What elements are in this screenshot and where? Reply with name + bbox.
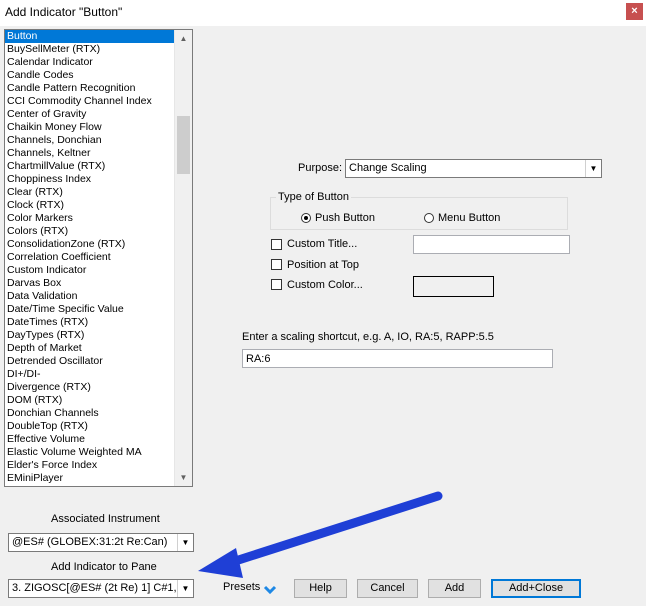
purpose-select[interactable]: Change Scaling ▼ (345, 159, 602, 178)
list-item[interactable]: Center of Gravity (5, 108, 175, 121)
instrument-value: @ES# (GLOBEX:31:2t Re:Can) (12, 536, 168, 548)
custom-title-label[interactable]: Custom Title... (287, 238, 357, 250)
list-item[interactable]: ChartmillValue (RTX) (5, 160, 175, 173)
list-item[interactable]: Calendar Indicator (5, 56, 175, 69)
scaling-value: RA:6 (246, 353, 271, 365)
list-item[interactable]: Detrended Oscillator (5, 355, 175, 368)
indicator-list: Button BuySellMeter (RTX) Calendar Indicat… (5, 30, 175, 485)
list-item[interactable]: Custom Indicator (5, 264, 175, 277)
pane-value: 3. ZIGOSC[@ES# (2t Re) 1] C#1,0 (12, 582, 176, 594)
custom-title-checkbox[interactable] (271, 239, 282, 250)
list-item[interactable]: Effective Volume (5, 433, 175, 446)
chevron-down-icon[interactable]: ▼ (177, 580, 193, 597)
position-top-label[interactable]: Position at Top (287, 259, 359, 271)
scroll-thumb[interactable] (177, 116, 190, 174)
list-item[interactable]: DayTypes (RTX) (5, 329, 175, 342)
list-item[interactable]: BuySellMeter (RTX) (5, 43, 175, 56)
menu-button-radio[interactable] (424, 213, 434, 223)
list-item[interactable]: Color Markers (5, 212, 175, 225)
close-icon: × (631, 5, 638, 17)
purpose-value: Change Scaling (349, 162, 427, 174)
presets-chevron-icon[interactable] (263, 585, 277, 595)
chevron-down-icon[interactable]: ▼ (177, 534, 193, 551)
title-bar: Add Indicator "Button" × (0, 0, 646, 26)
list-scrollbar[interactable]: ▲ ▼ (174, 30, 192, 486)
scaling-input[interactable]: RA:6 (242, 349, 553, 368)
menu-button-label[interactable]: Menu Button (438, 212, 500, 224)
list-item[interactable]: DoubleTop (RTX) (5, 420, 175, 433)
scaling-prompt: Enter a scaling shortcut, e.g. A, IO, RA… (242, 331, 494, 343)
list-item[interactable]: Darvas Box (5, 277, 175, 290)
close-button[interactable]: × (626, 3, 643, 20)
cancel-button[interactable]: Cancel (357, 579, 418, 598)
list-item[interactable]: Depth of Market (5, 342, 175, 355)
list-item[interactable]: EMiniPlayer (5, 472, 175, 485)
scroll-up-icon[interactable]: ▲ (175, 30, 192, 47)
list-item[interactable]: DI+/DI- (5, 368, 175, 381)
list-item[interactable]: Candle Pattern Recognition (5, 82, 175, 95)
help-button[interactable]: Help (294, 579, 347, 598)
indicator-listbox[interactable]: Button BuySellMeter (RTX) Calendar Indicat… (4, 29, 193, 487)
list-item[interactable]: CCI Commodity Channel Index (5, 95, 175, 108)
chevron-down-icon[interactable]: ▼ (585, 160, 601, 177)
list-item[interactable]: Elastic Volume Weighted MA (5, 446, 175, 459)
push-button-radio[interactable] (301, 213, 311, 223)
list-item[interactable]: Choppiness Index (5, 173, 175, 186)
list-item[interactable]: Button (5, 30, 175, 43)
purpose-label: Purpose: (298, 162, 343, 174)
list-item[interactable]: Colors (RTX) (5, 225, 175, 238)
list-item[interactable]: Donchian Channels (5, 407, 175, 420)
list-item[interactable]: Data Validation (5, 290, 175, 303)
list-item[interactable]: Clear (RTX) (5, 186, 175, 199)
list-item[interactable]: DateTimes (RTX) (5, 316, 175, 329)
custom-color-swatch[interactable] (413, 276, 494, 297)
radio-selected-dot (304, 216, 308, 220)
button-type-title: Type of Button (276, 191, 351, 203)
list-item[interactable]: Correlation Coefficient (5, 251, 175, 264)
custom-title-input[interactable] (413, 235, 570, 254)
pane-select[interactable]: 3. ZIGOSC[@ES# (2t Re) 1] C#1,0 ▼ (8, 579, 194, 598)
list-item[interactable]: Chaikin Money Flow (5, 121, 175, 134)
list-item[interactable]: Channels, Donchian (5, 134, 175, 147)
list-item[interactable]: ConsolidationZone (RTX) (5, 238, 175, 251)
position-top-checkbox[interactable] (271, 259, 282, 270)
window-title: Add Indicator "Button" (5, 5, 123, 19)
list-item[interactable]: Elder's Force Index (5, 459, 175, 472)
list-item[interactable]: DOM (RTX) (5, 394, 175, 407)
push-button-label[interactable]: Push Button (315, 212, 375, 224)
list-item[interactable]: Clock (RTX) (5, 199, 175, 212)
add-close-button[interactable]: Add+Close (491, 579, 581, 598)
list-item[interactable]: Divergence (RTX) (5, 381, 175, 394)
add-button[interactable]: Add (428, 579, 481, 598)
scroll-down-icon[interactable]: ▼ (175, 469, 192, 486)
instrument-label: Associated Instrument (51, 513, 160, 525)
presets-label[interactable]: Presets (223, 581, 260, 593)
list-item[interactable]: Channels, Keltner (5, 147, 175, 160)
list-item[interactable]: Candle Codes (5, 69, 175, 82)
pane-label: Add Indicator to Pane (51, 561, 157, 573)
custom-color-label[interactable]: Custom Color... (287, 279, 363, 291)
list-item[interactable]: Date/Time Specific Value (5, 303, 175, 316)
instrument-select[interactable]: @ES# (GLOBEX:31:2t Re:Can) ▼ (8, 533, 194, 552)
custom-color-checkbox[interactable] (271, 279, 282, 290)
